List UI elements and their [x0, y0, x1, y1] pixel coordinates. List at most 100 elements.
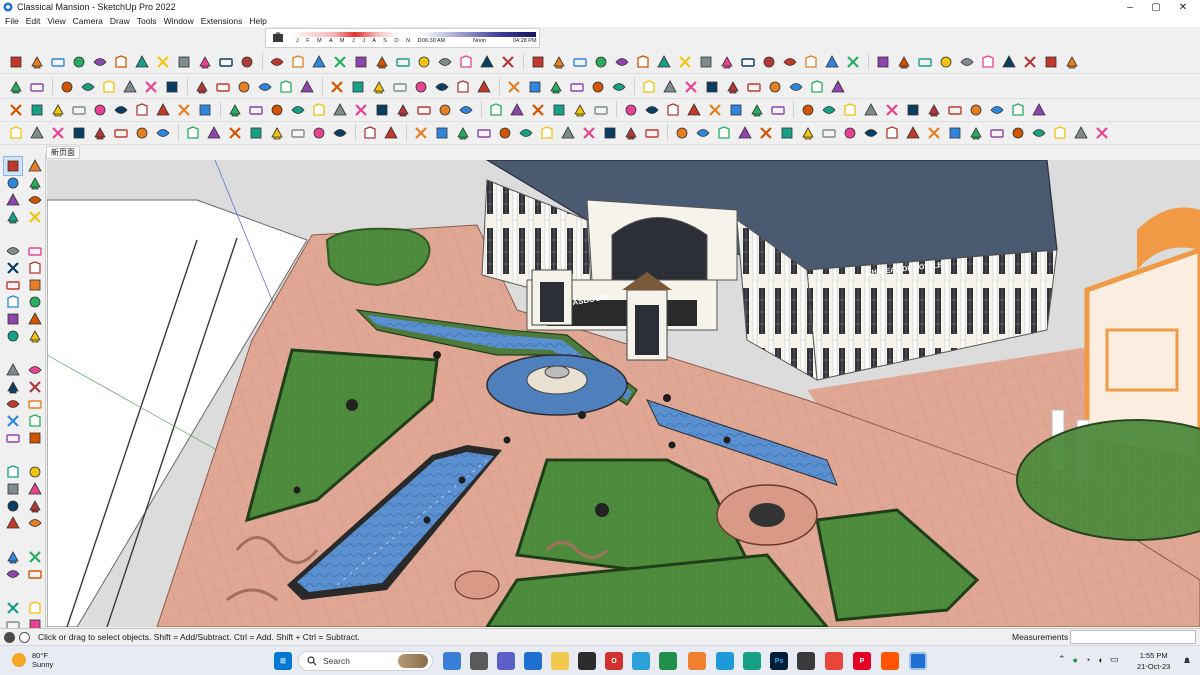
tb3-tool-17[interactable]	[351, 100, 370, 119]
tb3-tool-42[interactable]	[903, 100, 922, 119]
large-tool-4-2[interactable]	[25, 207, 45, 227]
tb1-tool-34[interactable]	[717, 52, 736, 71]
tb4-tool-20[interactable]	[432, 123, 451, 142]
close-button[interactable]: ✕	[1166, 0, 1200, 14]
tb3-tool-40[interactable]	[861, 100, 880, 119]
large-tool-21-1[interactable]	[3, 564, 23, 584]
tb1-tool-5[interactable]	[90, 52, 109, 71]
tb2-tool-32[interactable]	[702, 77, 721, 96]
tb1-tool-25[interactable]	[528, 52, 547, 71]
file-explorer-icon[interactable]	[551, 652, 569, 670]
volume-icon[interactable]: ◖	[1097, 655, 1102, 665]
tb1-tool-10[interactable]	[195, 52, 214, 71]
tray-app-icon[interactable]: ●	[1073, 655, 1078, 665]
menu-window[interactable]: Window	[164, 16, 194, 26]
tb3-tool-45[interactable]	[966, 100, 985, 119]
model-viewport[interactable]: STRASBOURG CHATEAU DE ROYALE	[47, 160, 1200, 627]
photoshop-icon[interactable]: Ps	[770, 652, 788, 670]
opera-icon[interactable]: O	[605, 652, 623, 670]
tb2-tool-25[interactable]	[546, 77, 565, 96]
tb2-tool-10[interactable]	[213, 77, 232, 96]
task-view-icon[interactable]	[470, 652, 488, 670]
notification-icon[interactable]	[1182, 655, 1192, 665]
tb1-tool-24[interactable]	[498, 52, 517, 71]
tb2-tool-27[interactable]	[588, 77, 607, 96]
large-tool-19-2[interactable]	[25, 513, 45, 533]
tb3-tool-13[interactable]	[267, 100, 286, 119]
tb2-tool-14[interactable]	[297, 77, 316, 96]
tb2-tool-3[interactable]	[57, 77, 76, 96]
tb1-tool-23[interactable]	[477, 52, 496, 71]
tb4-tool-3[interactable]	[48, 123, 67, 142]
tb1-tool-37[interactable]	[780, 52, 799, 71]
tb3-tool-37[interactable]	[798, 100, 817, 119]
tb3-tool-44[interactable]	[945, 100, 964, 119]
menu-file[interactable]: File	[5, 16, 19, 26]
menu-edit[interactable]: Edit	[26, 16, 41, 26]
large-tool-10-1[interactable]	[3, 326, 23, 346]
tb1-tool-38[interactable]	[801, 52, 820, 71]
battery-icon[interactable]: ▭	[1110, 654, 1119, 665]
tb3-tool-6[interactable]	[111, 100, 130, 119]
tb1-tool-35[interactable]	[738, 52, 757, 71]
tb4-tool-16[interactable]	[330, 123, 349, 142]
tb4-tool-35[interactable]	[756, 123, 775, 142]
tb2-tool-2[interactable]	[27, 77, 46, 96]
tb3-tool-35[interactable]	[747, 100, 766, 119]
tb3-tool-11[interactable]	[225, 100, 244, 119]
tb4-tool-41[interactable]	[882, 123, 901, 142]
model-scene[interactable]: STRASBOURG CHATEAU DE ROYALE	[47, 160, 1200, 627]
tb3-tool-30[interactable]	[642, 100, 661, 119]
tb4-tool-4[interactable]	[69, 123, 88, 142]
tb4-tool-50[interactable]	[1071, 123, 1090, 142]
tb3-tool-5[interactable]	[90, 100, 109, 119]
tb4-tool-13[interactable]	[267, 123, 286, 142]
chevron-up-icon[interactable]: ⌃	[1058, 654, 1066, 665]
tb2-tool-11[interactable]	[234, 77, 253, 96]
tb2-tool-30[interactable]	[660, 77, 679, 96]
tb4-tool-1[interactable]	[6, 123, 25, 142]
tb3-tool-14[interactable]	[288, 100, 307, 119]
tb3-tool-43[interactable]	[924, 100, 943, 119]
tb2-tool-7[interactable]	[141, 77, 160, 96]
tb4-tool-18[interactable]	[381, 123, 400, 142]
large-tool-4-1[interactable]	[3, 207, 23, 227]
tb2-tool-29[interactable]	[639, 77, 658, 96]
tb1-tool-39[interactable]	[822, 52, 841, 71]
tb1-tool-12[interactable]	[237, 52, 256, 71]
tb1-tool-21[interactable]	[435, 52, 454, 71]
teams-icon[interactable]	[497, 652, 515, 670]
tb3-tool-16[interactable]	[330, 100, 349, 119]
app-icon-6[interactable]	[578, 652, 596, 670]
tb1-tool-41[interactable]	[873, 52, 892, 71]
tb1-tool-50[interactable]	[1062, 52, 1081, 71]
tb1-tool-17[interactable]	[351, 52, 370, 71]
tb1-tool-9[interactable]	[174, 52, 193, 71]
tb4-tool-40[interactable]	[861, 123, 880, 142]
tb1-tool-28[interactable]	[591, 52, 610, 71]
tb1-tool-32[interactable]	[675, 52, 694, 71]
tb3-tool-38[interactable]	[819, 100, 838, 119]
tb4-tool-47[interactable]	[1008, 123, 1027, 142]
tb4-tool-23[interactable]	[495, 123, 514, 142]
tb4-tool-12[interactable]	[246, 123, 265, 142]
tb4-tool-11[interactable]	[225, 123, 244, 142]
app-icon-11[interactable]	[716, 652, 734, 670]
tb4-tool-29[interactable]	[621, 123, 640, 142]
tb1-tool-40[interactable]	[843, 52, 862, 71]
tb1-tool-48[interactable]	[1020, 52, 1039, 71]
tb3-tool-23[interactable]	[486, 100, 505, 119]
tb2-tool-35[interactable]	[765, 77, 784, 96]
start-icon[interactable]: ⊞	[274, 652, 292, 670]
menu-extensions[interactable]: Extensions	[201, 16, 243, 26]
tb4-tool-43[interactable]	[924, 123, 943, 142]
tb3-tool-7[interactable]	[132, 100, 151, 119]
tb3-tool-1[interactable]	[6, 100, 25, 119]
tb4-tool-17[interactable]	[360, 123, 379, 142]
app-icon-9[interactable]	[659, 652, 677, 670]
tb2-tool-34[interactable]	[744, 77, 763, 96]
tb3-tool-9[interactable]	[174, 100, 193, 119]
tb4-tool-10[interactable]	[204, 123, 223, 142]
tb1-tool-4[interactable]	[69, 52, 88, 71]
tb4-tool-36[interactable]	[777, 123, 796, 142]
